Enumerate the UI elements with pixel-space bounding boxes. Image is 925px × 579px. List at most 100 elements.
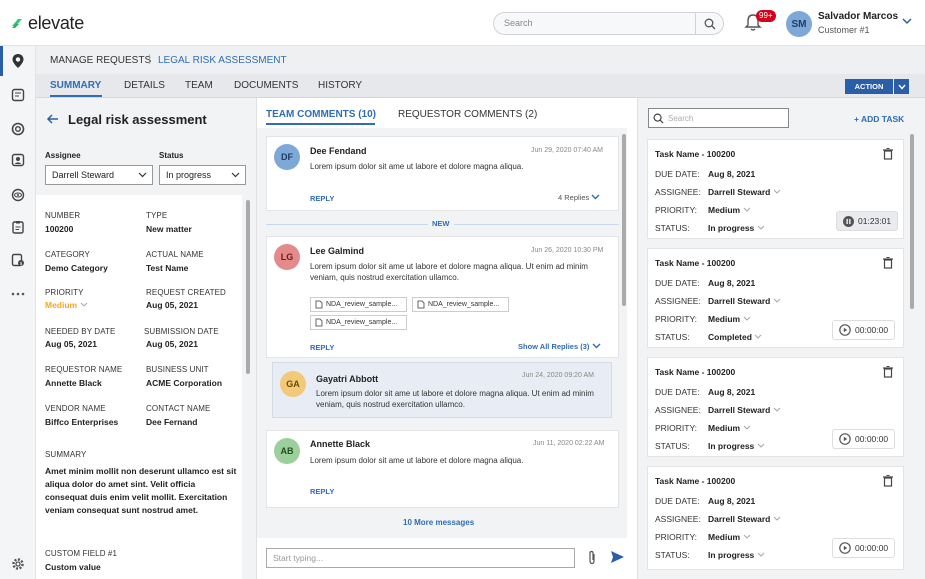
assignee-label: ASSIGNEE: <box>655 187 701 197</box>
reply-button[interactable]: REPLY <box>310 194 334 203</box>
task-priority-select[interactable]: Medium <box>708 423 751 433</box>
delete-task-button[interactable] <box>883 366 893 381</box>
global-search[interactable]: Search <box>493 12 724 35</box>
tab-details[interactable]: DETAILS <box>124 80 165 91</box>
field-value: Demo Category <box>45 263 108 273</box>
priority-value[interactable]: Medium <box>45 300 88 310</box>
nav-settings[interactable] <box>9 555 27 573</box>
tab-team[interactable]: TEAM <box>185 80 213 91</box>
task-search[interactable]: Search <box>648 108 789 128</box>
field-label: CATEGORY <box>45 250 90 259</box>
search-input[interactable]: Search <box>504 18 533 28</box>
delete-task-button[interactable] <box>883 475 893 490</box>
left-scrollbar[interactable] <box>246 200 250 374</box>
field-value: 100200 <box>45 224 74 234</box>
app-logo[interactable]: elevate <box>10 12 84 34</box>
task-timer[interactable]: 00:00:00 <box>832 429 896 449</box>
task-priority-value: Medium <box>708 532 741 542</box>
add-task-button[interactable]: + ADD TASK <box>854 114 904 124</box>
comment-input[interactable]: Start typing... <box>266 548 575 568</box>
action-dropdown-button[interactable] <box>894 79 909 94</box>
nav-more[interactable] <box>9 285 27 303</box>
task-assignee-select[interactable]: Darrell Steward <box>708 405 781 415</box>
field-value: Test Name <box>146 263 189 273</box>
user-menu-toggle[interactable] <box>902 16 912 28</box>
task-status-select[interactable]: In progress <box>708 550 765 560</box>
assignee-select[interactable]: Darrell Steward <box>45 165 153 185</box>
status-label: STATUS: <box>655 332 690 342</box>
comment-author: Gayatri Abbott <box>316 374 379 384</box>
due-date-value: Aug 8, 2021 <box>708 169 756 179</box>
nav-billing[interactable]: $ <box>9 251 27 269</box>
status-select[interactable]: In progress <box>159 165 246 185</box>
comments-scrollbar[interactable] <box>622 134 626 306</box>
field-label: ACTUAL NAME <box>146 250 204 259</box>
field-label: CONTACT NAME <box>146 404 211 413</box>
replies-count: Show All Replies (3) <box>518 342 590 351</box>
assignee-label: ASSIGNEE: <box>655 296 701 306</box>
trash-icon <box>883 148 893 160</box>
task-assignee-select[interactable]: Darrell Steward <box>708 187 781 197</box>
task-search-input[interactable]: Search <box>668 114 693 123</box>
task-timer[interactable]: 00:00:00 <box>832 320 896 340</box>
field-value: New matter <box>146 224 192 234</box>
tab-summary[interactable]: SUMMARY <box>50 80 101 91</box>
reply-button[interactable]: REPLY <box>310 487 334 496</box>
search-icon <box>653 113 664 124</box>
nav-users[interactable] <box>9 151 27 169</box>
replies-toggle[interactable]: 4 Replies <box>558 193 600 202</box>
chevron-down-icon <box>773 189 781 194</box>
task-status-value: In progress <box>708 441 755 451</box>
user-card-icon <box>11 153 25 167</box>
field-label: NEEDED BY DATE <box>45 327 116 336</box>
send-icon <box>611 551 624 563</box>
task-timer[interactable]: 00:00:00 <box>832 538 896 558</box>
more-messages-link[interactable]: 10 More messages <box>403 518 474 527</box>
nav-reports[interactable] <box>9 218 27 236</box>
pause-icon <box>843 215 854 227</box>
nav-support[interactable] <box>9 120 27 138</box>
timer-value: 01:23:01 <box>858 216 892 226</box>
priority-label: PRIORITY: <box>655 314 698 324</box>
tab-team-comments[interactable]: TEAM COMMENTS (10) <box>266 109 376 120</box>
task-priority-select[interactable]: Medium <box>708 314 751 324</box>
attachment-chip[interactable]: NDA_review_sample... <box>412 297 509 312</box>
task-status-select[interactable]: In progress <box>708 441 765 451</box>
attachment-chip[interactable]: NDA_review_sample... <box>310 315 407 330</box>
send-button[interactable] <box>610 550 625 567</box>
task-timer[interactable]: 01:23:01 <box>836 211 899 231</box>
comment-avatar: GA <box>280 371 306 397</box>
task-status-value: In progress <box>708 550 755 560</box>
attach-button[interactable] <box>586 550 598 568</box>
chevron-down-icon <box>80 302 87 307</box>
search-button[interactable] <box>695 13 723 34</box>
action-button[interactable]: ACTION <box>845 79 893 94</box>
task-assignee-select[interactable]: Darrell Steward <box>708 514 781 524</box>
show-all-replies[interactable]: Show All Replies (3) <box>518 342 601 351</box>
tab-requestor-comments[interactable]: REQUESTOR COMMENTS (2) <box>398 109 537 120</box>
field-value: Aug 05, 2021 <box>146 339 198 349</box>
task-priority-select[interactable]: Medium <box>708 205 751 215</box>
delete-task-button[interactable] <box>883 148 893 163</box>
nav-views[interactable] <box>9 186 27 204</box>
breadcrumb-root[interactable]: MANAGE REQUESTS <box>50 55 151 66</box>
task-status-select[interactable]: Completed <box>708 332 762 342</box>
chevron-down-icon <box>743 207 750 212</box>
file-icon <box>417 300 425 309</box>
tasks-scrollbar[interactable] <box>910 134 914 309</box>
tab-documents[interactable]: DOCUMENTS <box>234 80 298 91</box>
task-status-select[interactable]: In progress <box>708 223 765 233</box>
task-priority-select[interactable]: Medium <box>708 532 751 542</box>
task-assignee-select[interactable]: Darrell Steward <box>708 296 781 306</box>
delete-task-button[interactable] <box>883 257 893 272</box>
play-icon <box>839 433 851 445</box>
user-avatar[interactable]: SM <box>786 11 812 37</box>
task-priority-value: Medium <box>708 423 741 433</box>
nav-requests[interactable] <box>9 86 27 104</box>
tab-history[interactable]: HISTORY <box>318 80 362 91</box>
nav-location[interactable] <box>9 52 27 70</box>
back-button[interactable] <box>46 112 60 129</box>
attachment-chip[interactable]: NDA_review_sample... <box>310 297 407 312</box>
comment-avatar: LG <box>274 244 300 270</box>
reply-button[interactable]: REPLY <box>310 343 334 352</box>
